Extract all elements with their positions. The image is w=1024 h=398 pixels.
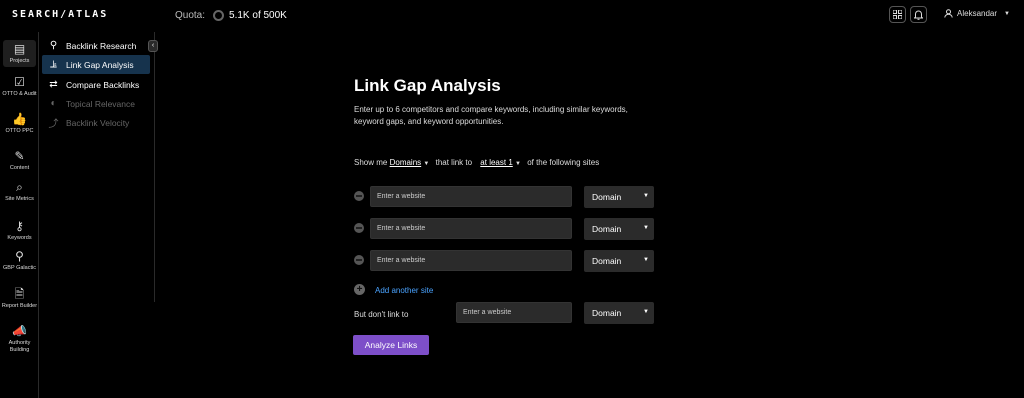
backlinks-submenu: ⚲ Backlink Research ⫡ Link Gap Analysis … — [39, 32, 155, 302]
site-type-select[interactable]: Domain ▼ — [584, 186, 654, 208]
rail-label: Content — [9, 165, 30, 171]
rail-item-site-metrics[interactable]: ⌕ Site Metrics — [0, 181, 39, 203]
submenu-label: Topical Relevance — [66, 98, 135, 109]
rail-label: Report Builder — [1, 303, 38, 309]
page-title: Link Gap Analysis — [354, 76, 501, 95]
exclude-website-input[interactable]: Enter a website — [456, 302, 572, 323]
website-input[interactable]: Enter a website — [370, 218, 572, 239]
chevron-down-icon: ▼ — [643, 225, 649, 231]
projects-icon: ▤ — [13, 42, 26, 56]
rail-item-otto-audit[interactable]: ☑ OTTO & Audit — [0, 76, 39, 98]
magnify-icon: ⌕ — [16, 180, 23, 194]
remove-site-button[interactable] — [354, 255, 364, 265]
exclude-label: But don't link to — [354, 310, 409, 319]
submenu-label: Backlink Research — [66, 40, 137, 51]
rail-label: Site Metrics — [5, 196, 34, 202]
apps-grid-button[interactable] — [889, 6, 906, 23]
user-menu[interactable]: Aleksandar ▼ — [944, 9, 1010, 18]
map-pin-icon: ⚲ — [15, 249, 24, 263]
rail-item-authority-building[interactable]: 📣 Authority Building — [0, 325, 39, 353]
bell-icon — [914, 10, 923, 20]
otto-audit-icon: ☑ — [14, 75, 25, 89]
select-value: Domain — [592, 224, 622, 234]
top-bar: SEARCH/ATLAS Quota: 5.1K of 500K Aleksan… — [0, 0, 1024, 32]
rail-item-gbp-galactic[interactable]: ⚲ GBP Galactic — [0, 250, 39, 272]
rail-label: Projects — [9, 58, 30, 64]
rail-label: OTTO PPC — [5, 128, 34, 134]
quota-value: 5.1K of 500K — [229, 10, 287, 21]
chevron-down-icon: ▼ — [423, 161, 430, 167]
page-description: Enter up to 6 competitors and compare ke… — [354, 105, 628, 126]
rail-label: GBP Galactic — [3, 265, 36, 271]
quota: Quota: 5.1K of 500K — [175, 10, 287, 21]
quota-ring-icon — [213, 10, 225, 21]
chart-icon: ⫡ — [50, 59, 57, 70]
chevron-down-icon: ▼ — [1004, 10, 1010, 17]
filter-show-me: Show me — [354, 158, 388, 167]
submenu-item-backlink-research[interactable]: ⚲ Backlink Research — [42, 36, 150, 55]
submenu-label: Link Gap Analysis — [66, 59, 134, 70]
megaphone-icon: 📣 — [12, 324, 27, 338]
chevron-down-icon: ▼ — [643, 193, 649, 199]
submenu-item-topical-relevance[interactable]: ◐ Topical Relevance — [42, 94, 150, 113]
rail-item-report-builder[interactable]: 🗎 Report Builder — [0, 288, 39, 310]
rail-item-projects[interactable]: ▤ Projects — [3, 40, 36, 67]
rail-label: Authority Building — [8, 340, 31, 353]
rail-item-otto-ppc[interactable]: 👍 OTTO PPC — [0, 113, 39, 135]
quantity-dropdown[interactable]: at least 1 — [480, 158, 512, 167]
analyze-links-button[interactable]: Analyze Links — [353, 335, 429, 355]
submenu-label: Compare Backlinks — [66, 79, 140, 90]
user-icon — [944, 9, 953, 18]
collapse-sidebar-button[interactable]: ‹ — [148, 40, 158, 52]
add-site-link[interactable]: Add another site — [375, 286, 433, 295]
chevron-down-icon: ▼ — [643, 309, 649, 315]
chevron-down-icon: ▼ — [643, 257, 649, 263]
filter-suffix: of the following sites — [527, 158, 600, 167]
exclude-type-select[interactable]: Domain ▼ — [584, 302, 654, 324]
key-icon: ⚷ — [15, 219, 24, 233]
entity-dropdown[interactable]: Domains — [390, 158, 422, 167]
trend-icon: ⤴ — [48, 119, 59, 130]
search-icon: ⚲ — [49, 40, 58, 51]
logo[interactable]: SEARCH/ATLAS — [12, 9, 108, 20]
submenu-item-backlink-velocity[interactable]: ⤴ Backlink Velocity — [42, 113, 150, 132]
thumbs-up-icon: 👍 — [12, 112, 27, 126]
submenu-item-link-gap-analysis[interactable]: ⫡ Link Gap Analysis — [42, 55, 150, 74]
toggle-icon: ◐ — [50, 98, 57, 109]
rail-item-keywords[interactable]: ⚷ Keywords — [0, 220, 39, 242]
select-value: Domain — [592, 256, 622, 266]
filter-that-link-to: that link to — [435, 158, 473, 167]
site-type-select[interactable]: Domain ▼ — [584, 250, 654, 272]
chevron-left-icon: ‹ — [151, 42, 155, 49]
chevron-down-icon: ▼ — [515, 161, 521, 167]
website-input[interactable]: Enter a website — [370, 250, 572, 271]
rail-item-content[interactable]: ✎ Content — [0, 150, 39, 172]
grid-icon — [893, 10, 902, 19]
user-name: Aleksandar — [957, 9, 998, 18]
remove-site-button[interactable] — [354, 223, 364, 233]
report-icon: 🗎 — [14, 287, 25, 301]
submenu-item-compare-backlinks[interactable]: ⇄ Compare Backlinks — [42, 75, 150, 94]
plus-icon[interactable]: + — [354, 284, 365, 295]
pencil-icon: ✎ — [14, 149, 25, 163]
filter-sentence: Show me Domains ▼ that link to at least … — [354, 158, 599, 167]
select-value: Domain — [592, 192, 622, 202]
rail-label: OTTO & Audit — [2, 91, 37, 97]
quota-label: Quota: — [175, 10, 206, 21]
select-value: Domain — [592, 308, 622, 318]
swap-icon: ⇄ — [49, 79, 58, 90]
website-input[interactable]: Enter a website — [370, 186, 572, 207]
rail-label: Keywords — [7, 235, 32, 241]
notifications-button[interactable] — [910, 6, 927, 23]
submenu-label: Backlink Velocity — [66, 117, 130, 128]
remove-site-button[interactable] — [354, 191, 364, 201]
site-type-select[interactable]: Domain ▼ — [584, 218, 654, 240]
main-nav-rail: ▤ Projects ☑ OTTO & Audit 👍 OTTO PPC ✎ C… — [0, 32, 39, 398]
